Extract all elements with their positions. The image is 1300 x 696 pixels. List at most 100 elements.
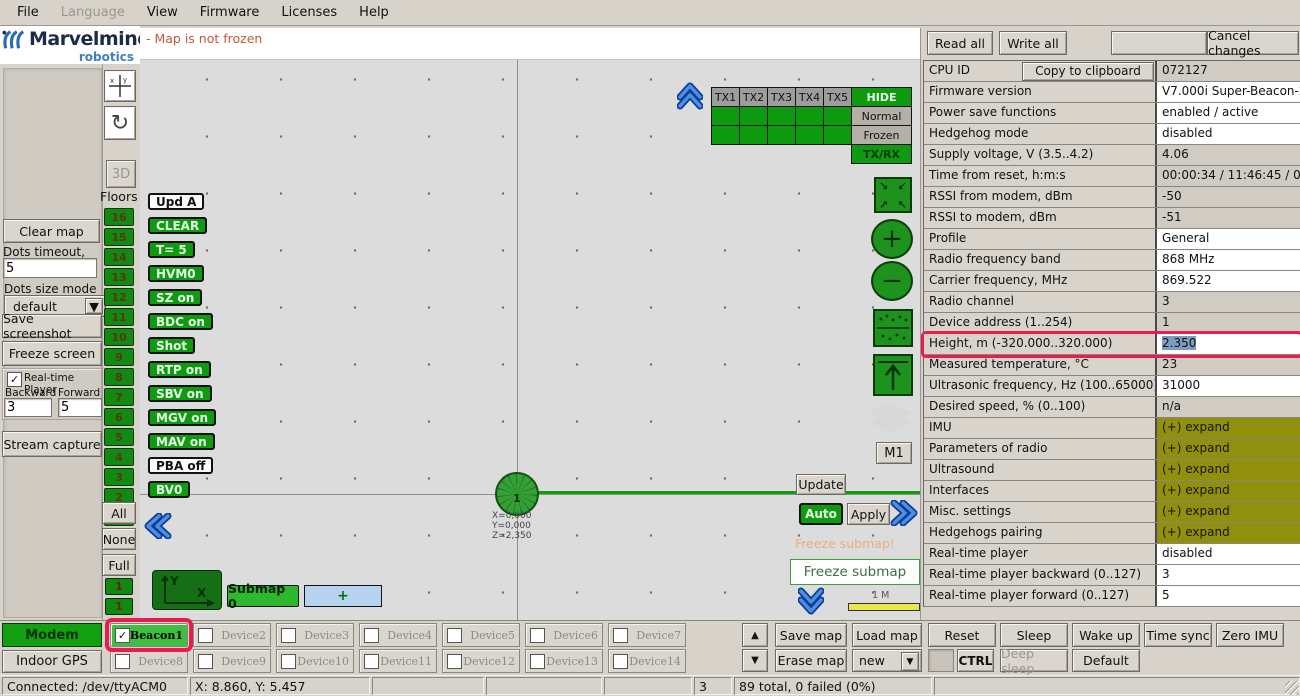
tx-cell-frozen-4[interactable] xyxy=(795,125,824,145)
load-map-button[interactable]: Load map xyxy=(852,623,922,647)
device-cell-beacon1[interactable]: ✓Beacon1 xyxy=(110,623,188,647)
tx-hide-button[interactable]: HIDE xyxy=(851,87,912,107)
dots-timeout-input[interactable] xyxy=(3,258,97,278)
freeze-submap-button[interactable]: Freeze submap xyxy=(790,559,920,585)
wake-up-button[interactable]: Wake up xyxy=(1072,623,1140,647)
collapse-down-chevron-icon[interactable] xyxy=(797,588,825,614)
device-checkbox[interactable] xyxy=(530,654,545,669)
zoom-in-icon[interactable]: + xyxy=(871,219,913,259)
device-cell-device8[interactable]: Device8 xyxy=(110,649,188,673)
device-checkbox[interactable] xyxy=(530,628,545,643)
reset-button[interactable]: Reset xyxy=(928,623,996,647)
property-value[interactable]: 868 MHz xyxy=(1157,250,1300,270)
tx-row-label-normal[interactable]: Normal xyxy=(851,106,912,126)
device-checkbox[interactable] xyxy=(364,654,379,669)
property-value[interactable]: 31000 xyxy=(1157,376,1300,396)
map-toggle-upd-a[interactable]: Upd A xyxy=(148,193,204,210)
zoom-out-icon[interactable]: − xyxy=(871,261,913,301)
tx-header-tx1[interactable]: TX1 xyxy=(711,87,740,107)
zero-imu-button[interactable]: Zero IMU xyxy=(1216,623,1284,647)
floor-button-11[interactable]: 11 xyxy=(104,308,134,326)
submap-0-button[interactable]: Submap 0 xyxy=(227,585,299,607)
device-cell-device11[interactable]: Device11 xyxy=(359,649,437,673)
clear-map-button[interactable]: Clear map xyxy=(3,219,100,243)
property-value[interactable]: (+) expand xyxy=(1157,523,1300,543)
tx-row-label-frozen[interactable]: Frozen xyxy=(851,125,912,145)
freeze-screen-button[interactable]: Freeze screen xyxy=(2,341,102,366)
write-all-button[interactable]: Write all xyxy=(999,31,1067,55)
tx-cell-frozen-3[interactable] xyxy=(767,125,796,145)
rotate-map-icon[interactable]: ↻ xyxy=(104,106,136,140)
erase-map-button[interactable]: Erase map xyxy=(775,649,847,672)
device-checkbox[interactable] xyxy=(613,628,628,643)
floor-full-button[interactable]: Full xyxy=(102,554,136,576)
update-button[interactable]: Update xyxy=(796,474,846,495)
property-value[interactable]: (+) expand xyxy=(1157,460,1300,480)
device-cell-device4[interactable]: Device4 xyxy=(359,623,437,647)
menu-item-firmware[interactable]: Firmware xyxy=(189,2,271,23)
map-toggle-pba-off[interactable]: PBA off xyxy=(148,457,213,474)
forward-input[interactable] xyxy=(58,398,102,417)
property-value[interactable]: 4.06 xyxy=(1157,145,1300,165)
property-value[interactable]: (+) expand xyxy=(1157,418,1300,438)
device-cell-device2[interactable]: Device2 xyxy=(193,623,271,647)
cancel-changes-button[interactable]: Cancel changes xyxy=(1207,31,1299,55)
device-checkbox[interactable] xyxy=(198,654,213,669)
device-cell-device5[interactable]: Device5 xyxy=(442,623,520,647)
property-value[interactable]: -51 xyxy=(1157,208,1300,228)
ceiling-mount-icon[interactable] xyxy=(873,354,913,396)
tx-header-tx2[interactable]: TX2 xyxy=(739,87,768,107)
auto-button[interactable]: Auto xyxy=(799,503,843,525)
device-checkbox[interactable]: ✓ xyxy=(115,628,130,643)
tx-header-tx4[interactable]: TX4 xyxy=(795,87,824,107)
device-checkbox[interactable] xyxy=(613,654,628,669)
device-checkbox[interactable] xyxy=(115,654,130,669)
device-cell-device14[interactable]: Device14 xyxy=(608,649,686,673)
device-cell-device7[interactable]: Device7 xyxy=(608,623,686,647)
floor-button-14[interactable]: 14 xyxy=(104,248,134,266)
tx-cell-normal-1[interactable] xyxy=(711,106,740,126)
floor-button-6[interactable]: 6 xyxy=(104,408,134,426)
resize-grip[interactable] xyxy=(1285,681,1299,695)
collapse-left-chevron-icon[interactable] xyxy=(144,513,172,539)
floor-button-4[interactable]: 4 xyxy=(104,448,134,466)
device-checkbox[interactable] xyxy=(447,628,462,643)
device-checkbox[interactable] xyxy=(281,628,296,643)
fit-to-view-icon[interactable]: ↘ ↙ ↗ ↖ xyxy=(874,177,912,213)
tx-cell-normal-5[interactable] xyxy=(823,106,852,126)
ctrl-button[interactable]: CTRL xyxy=(957,649,994,672)
device-checkbox[interactable] xyxy=(281,654,296,669)
default-button[interactable]: Default xyxy=(1072,649,1140,672)
collapse-up-chevron-icon[interactable] xyxy=(676,83,704,109)
property-value[interactable]: 072127 xyxy=(1157,61,1300,81)
expand-right-chevron-icon[interactable] xyxy=(890,500,918,526)
dots-display-icon[interactable] xyxy=(873,309,913,347)
sleep-button[interactable]: Sleep xyxy=(1000,623,1068,647)
device-cell-device9[interactable]: Device9 xyxy=(193,649,271,673)
floor-button-16[interactable]: 16 xyxy=(104,208,134,226)
floor-button-5[interactable]: 5 xyxy=(104,428,134,446)
property-value[interactable]: n/a xyxy=(1157,397,1300,417)
tx-cell-normal-3[interactable] xyxy=(767,106,796,126)
add-submap-button[interactable]: + xyxy=(304,585,382,607)
blank-button[interactable] xyxy=(1111,31,1207,55)
save-map-button[interactable]: Save map xyxy=(775,623,847,647)
property-value[interactable]: 1 xyxy=(1157,313,1300,333)
apply-button[interactable]: Apply xyxy=(847,503,890,525)
map-toggle-bdc-on[interactable]: BDC on xyxy=(148,313,213,330)
stream-capture-button[interactable]: Stream capture xyxy=(2,431,102,457)
ctrl-checkbox[interactable] xyxy=(928,649,954,672)
device-cell-device12[interactable]: Device12 xyxy=(442,649,520,673)
map-toggle-mgv-on[interactable]: MGV on xyxy=(148,409,216,426)
floor-button-13[interactable]: 13 xyxy=(104,268,134,286)
device-cell-device6[interactable]: Device6 xyxy=(525,623,603,647)
beacon-marker[interactable]: 1 xyxy=(495,472,539,516)
property-value[interactable]: 2.350 xyxy=(1157,334,1300,354)
device-checkbox[interactable] xyxy=(364,628,379,643)
property-value[interactable]: 869.522 xyxy=(1157,271,1300,291)
xy-grid-tool-icon[interactable]: xy xyxy=(104,70,136,102)
property-value[interactable]: disabled xyxy=(1157,544,1300,564)
floor-button-15[interactable]: 15 xyxy=(104,228,134,246)
tx-cell-normal-4[interactable] xyxy=(795,106,824,126)
tx-header-tx3[interactable]: TX3 xyxy=(767,87,796,107)
